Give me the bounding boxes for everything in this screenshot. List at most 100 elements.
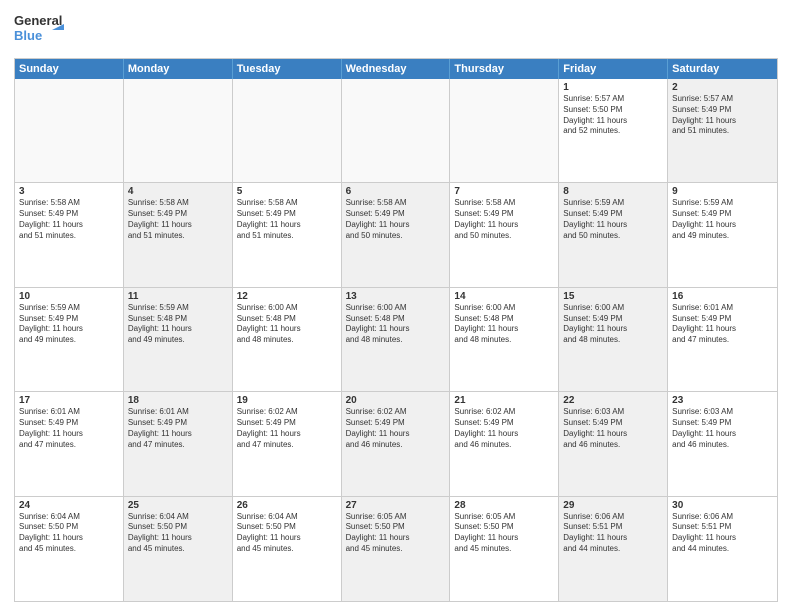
day-number: 24 xyxy=(19,500,119,511)
day-number: 16 xyxy=(672,291,773,302)
day-number: 26 xyxy=(237,500,337,511)
day-number: 28 xyxy=(454,500,554,511)
day-info: Sunrise: 6:00 AM Sunset: 5:48 PM Dayligh… xyxy=(237,303,337,346)
day-number: 4 xyxy=(128,186,228,197)
calendar-cell: 27Sunrise: 6:05 AM Sunset: 5:50 PM Dayli… xyxy=(342,497,451,601)
calendar-cell: 25Sunrise: 6:04 AM Sunset: 5:50 PM Dayli… xyxy=(124,497,233,601)
day-number: 3 xyxy=(19,186,119,197)
calendar-cell: 22Sunrise: 6:03 AM Sunset: 5:49 PM Dayli… xyxy=(559,392,668,495)
calendar-cell: 15Sunrise: 6:00 AM Sunset: 5:49 PM Dayli… xyxy=(559,288,668,391)
calendar-cell: 8Sunrise: 5:59 AM Sunset: 5:49 PM Daylig… xyxy=(559,183,668,286)
day-info: Sunrise: 6:04 AM Sunset: 5:50 PM Dayligh… xyxy=(128,512,228,555)
weekday-header: Wednesday xyxy=(342,59,451,79)
weekday-header: Tuesday xyxy=(233,59,342,79)
day-info: Sunrise: 6:00 AM Sunset: 5:49 PM Dayligh… xyxy=(563,303,663,346)
day-info: Sunrise: 6:01 AM Sunset: 5:49 PM Dayligh… xyxy=(19,407,119,450)
day-info: Sunrise: 6:01 AM Sunset: 5:49 PM Dayligh… xyxy=(128,407,228,450)
calendar-cell: 14Sunrise: 6:00 AM Sunset: 5:48 PM Dayli… xyxy=(450,288,559,391)
day-info: Sunrise: 5:59 AM Sunset: 5:49 PM Dayligh… xyxy=(563,198,663,241)
calendar-row: 17Sunrise: 6:01 AM Sunset: 5:49 PM Dayli… xyxy=(15,392,777,496)
day-number: 9 xyxy=(672,186,773,197)
day-info: Sunrise: 5:59 AM Sunset: 5:49 PM Dayligh… xyxy=(672,198,773,241)
calendar-cell: 20Sunrise: 6:02 AM Sunset: 5:49 PM Dayli… xyxy=(342,392,451,495)
calendar-cell: 26Sunrise: 6:04 AM Sunset: 5:50 PM Dayli… xyxy=(233,497,342,601)
day-number: 6 xyxy=(346,186,446,197)
day-number: 15 xyxy=(563,291,663,302)
day-info: Sunrise: 6:03 AM Sunset: 5:49 PM Dayligh… xyxy=(563,407,663,450)
logo-icon: GeneralBlue xyxy=(14,10,69,50)
day-number: 2 xyxy=(672,82,773,93)
day-info: Sunrise: 6:05 AM Sunset: 5:50 PM Dayligh… xyxy=(346,512,446,555)
calendar-cell: 5Sunrise: 5:58 AM Sunset: 5:49 PM Daylig… xyxy=(233,183,342,286)
day-info: Sunrise: 6:00 AM Sunset: 5:48 PM Dayligh… xyxy=(346,303,446,346)
calendar-cell: 1Sunrise: 5:57 AM Sunset: 5:50 PM Daylig… xyxy=(559,79,668,182)
calendar-cell: 19Sunrise: 6:02 AM Sunset: 5:49 PM Dayli… xyxy=(233,392,342,495)
calendar-cell: 12Sunrise: 6:00 AM Sunset: 5:48 PM Dayli… xyxy=(233,288,342,391)
day-info: Sunrise: 5:58 AM Sunset: 5:49 PM Dayligh… xyxy=(128,198,228,241)
day-info: Sunrise: 6:02 AM Sunset: 5:49 PM Dayligh… xyxy=(346,407,446,450)
day-number: 12 xyxy=(237,291,337,302)
day-info: Sunrise: 5:58 AM Sunset: 5:49 PM Dayligh… xyxy=(19,198,119,241)
logo: GeneralBlue xyxy=(14,10,69,50)
calendar-row: 3Sunrise: 5:58 AM Sunset: 5:49 PM Daylig… xyxy=(15,183,777,287)
day-number: 18 xyxy=(128,395,228,406)
calendar-cell: 17Sunrise: 6:01 AM Sunset: 5:49 PM Dayli… xyxy=(15,392,124,495)
weekday-header: Monday xyxy=(124,59,233,79)
calendar-row: 10Sunrise: 5:59 AM Sunset: 5:49 PM Dayli… xyxy=(15,288,777,392)
day-number: 11 xyxy=(128,291,228,302)
calendar-cell: 2Sunrise: 5:57 AM Sunset: 5:49 PM Daylig… xyxy=(668,79,777,182)
day-number: 17 xyxy=(19,395,119,406)
day-number: 14 xyxy=(454,291,554,302)
calendar-cell: 23Sunrise: 6:03 AM Sunset: 5:49 PM Dayli… xyxy=(668,392,777,495)
day-number: 29 xyxy=(563,500,663,511)
header: GeneralBlue xyxy=(14,10,778,50)
calendar-cell: 10Sunrise: 5:59 AM Sunset: 5:49 PM Dayli… xyxy=(15,288,124,391)
day-number: 13 xyxy=(346,291,446,302)
day-info: Sunrise: 6:06 AM Sunset: 5:51 PM Dayligh… xyxy=(563,512,663,555)
day-number: 27 xyxy=(346,500,446,511)
calendar: SundayMondayTuesdayWednesdayThursdayFrid… xyxy=(14,58,778,602)
day-info: Sunrise: 5:57 AM Sunset: 5:49 PM Dayligh… xyxy=(672,94,773,137)
calendar-cell xyxy=(233,79,342,182)
calendar-cell: 4Sunrise: 5:58 AM Sunset: 5:49 PM Daylig… xyxy=(124,183,233,286)
calendar-cell: 28Sunrise: 6:05 AM Sunset: 5:50 PM Dayli… xyxy=(450,497,559,601)
page: GeneralBlue SundayMondayTuesdayWednesday… xyxy=(0,0,792,612)
calendar-row: 24Sunrise: 6:04 AM Sunset: 5:50 PM Dayli… xyxy=(15,497,777,601)
calendar-cell: 16Sunrise: 6:01 AM Sunset: 5:49 PM Dayli… xyxy=(668,288,777,391)
calendar-cell: 9Sunrise: 5:59 AM Sunset: 5:49 PM Daylig… xyxy=(668,183,777,286)
calendar-cell: 21Sunrise: 6:02 AM Sunset: 5:49 PM Dayli… xyxy=(450,392,559,495)
day-number: 5 xyxy=(237,186,337,197)
day-info: Sunrise: 6:00 AM Sunset: 5:48 PM Dayligh… xyxy=(454,303,554,346)
svg-text:General: General xyxy=(14,13,62,28)
day-number: 23 xyxy=(672,395,773,406)
day-info: Sunrise: 5:59 AM Sunset: 5:49 PM Dayligh… xyxy=(19,303,119,346)
day-info: Sunrise: 5:58 AM Sunset: 5:49 PM Dayligh… xyxy=(346,198,446,241)
day-number: 21 xyxy=(454,395,554,406)
calendar-cell: 18Sunrise: 6:01 AM Sunset: 5:49 PM Dayli… xyxy=(124,392,233,495)
day-info: Sunrise: 5:57 AM Sunset: 5:50 PM Dayligh… xyxy=(563,94,663,137)
day-number: 19 xyxy=(237,395,337,406)
calendar-cell: 24Sunrise: 6:04 AM Sunset: 5:50 PM Dayli… xyxy=(15,497,124,601)
day-info: Sunrise: 6:06 AM Sunset: 5:51 PM Dayligh… xyxy=(672,512,773,555)
day-info: Sunrise: 5:58 AM Sunset: 5:49 PM Dayligh… xyxy=(454,198,554,241)
calendar-cell xyxy=(15,79,124,182)
day-number: 25 xyxy=(128,500,228,511)
svg-text:Blue: Blue xyxy=(14,28,42,43)
day-info: Sunrise: 6:01 AM Sunset: 5:49 PM Dayligh… xyxy=(672,303,773,346)
day-info: Sunrise: 6:02 AM Sunset: 5:49 PM Dayligh… xyxy=(237,407,337,450)
day-number: 7 xyxy=(454,186,554,197)
day-number: 20 xyxy=(346,395,446,406)
day-info: Sunrise: 6:04 AM Sunset: 5:50 PM Dayligh… xyxy=(237,512,337,555)
calendar-cell: 11Sunrise: 5:59 AM Sunset: 5:48 PM Dayli… xyxy=(124,288,233,391)
day-number: 22 xyxy=(563,395,663,406)
weekday-header: Sunday xyxy=(15,59,124,79)
day-number: 10 xyxy=(19,291,119,302)
day-info: Sunrise: 6:05 AM Sunset: 5:50 PM Dayligh… xyxy=(454,512,554,555)
calendar-cell xyxy=(124,79,233,182)
day-info: Sunrise: 6:04 AM Sunset: 5:50 PM Dayligh… xyxy=(19,512,119,555)
calendar-cell xyxy=(450,79,559,182)
calendar-cell: 29Sunrise: 6:06 AM Sunset: 5:51 PM Dayli… xyxy=(559,497,668,601)
day-info: Sunrise: 5:59 AM Sunset: 5:48 PM Dayligh… xyxy=(128,303,228,346)
day-info: Sunrise: 5:58 AM Sunset: 5:49 PM Dayligh… xyxy=(237,198,337,241)
day-info: Sunrise: 6:03 AM Sunset: 5:49 PM Dayligh… xyxy=(672,407,773,450)
